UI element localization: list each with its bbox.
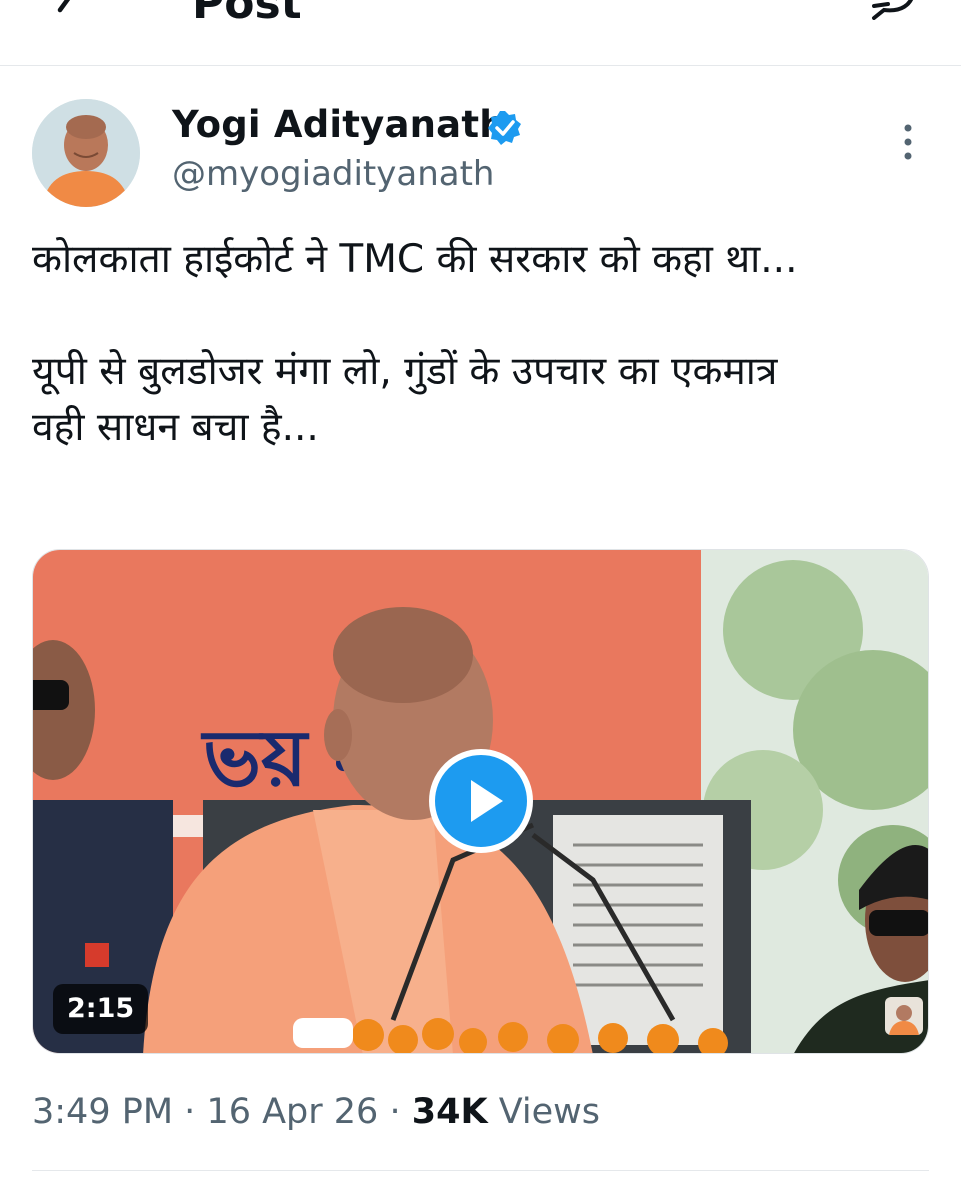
reply-icon[interactable] xyxy=(864,0,920,20)
views-label: Views xyxy=(498,1092,601,1132)
channel-watermark-icon xyxy=(885,997,923,1035)
play-icon xyxy=(471,780,503,822)
author-handle[interactable]: @myogiadityanath xyxy=(172,154,495,194)
video-duration-badge: 2:15 xyxy=(53,984,149,1034)
verified-badge-icon xyxy=(488,111,521,145)
meta-separator: · xyxy=(389,1092,401,1132)
avatar[interactable] xyxy=(32,99,140,207)
tweet-text-line: यूपी से बुलडोजर मंगा लो, गुंडों के उपचार… xyxy=(32,349,778,394)
views-count: 34K xyxy=(411,1092,488,1132)
tweet-text-line: कोलकाता हाईकोर्ट ने TMC की सरकार को कहा … xyxy=(32,237,798,282)
tweet-text-line: वही साधन बचा है... xyxy=(32,405,319,450)
post-date[interactable]: 16 Apr 26 xyxy=(206,1092,378,1132)
top-bar: Post xyxy=(0,0,961,66)
more-options-icon[interactable] xyxy=(898,122,918,162)
tweet-meta: 3:49 PM · 16 Apr 26 · 34K Views xyxy=(32,1092,600,1132)
author-name[interactable]: Yogi Adityanath xyxy=(172,103,506,146)
tweet-text: कोलकाता हाईकोर्ट ने TMC की सरकार को कहा … xyxy=(32,232,937,456)
video-player[interactable]: ভয় নয় 2:15 xyxy=(32,549,929,1054)
post-time[interactable]: 3:49 PM xyxy=(32,1092,173,1132)
arrow-left-icon[interactable] xyxy=(46,0,86,16)
divider xyxy=(32,1170,929,1171)
page-title: Post xyxy=(192,0,302,29)
play-button[interactable] xyxy=(429,749,533,853)
meta-separator: · xyxy=(184,1092,196,1132)
